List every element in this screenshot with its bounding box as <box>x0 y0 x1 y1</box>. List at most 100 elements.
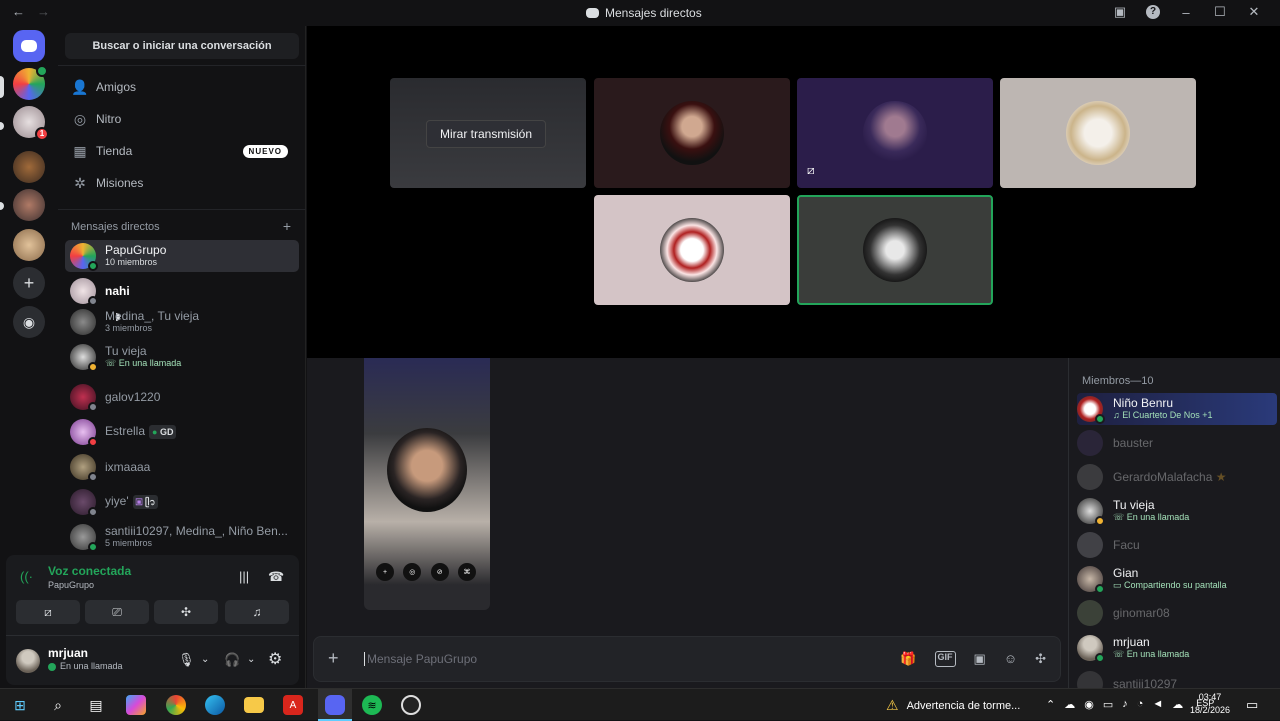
spotify-icon[interactable]: ≋ <box>362 695 382 715</box>
server-icon-dm-3[interactable] <box>13 229 45 261</box>
soundboard-button[interactable]: ♫ <box>225 600 289 624</box>
apps-icon[interactable]: ✣ <box>1035 651 1046 667</box>
user-avatar[interactable] <box>16 649 40 673</box>
disconnect-icon[interactable]: ☎ <box>268 569 284 585</box>
wifi-icon[interactable]: ◔ <box>1137 698 1144 711</box>
participant-tile[interactable] <box>594 78 790 188</box>
chrome-icon[interactable] <box>166 695 186 715</box>
maximize-icon[interactable]: ☐ <box>1212 4 1228 20</box>
discover-button[interactable]: ◉ <box>13 306 45 338</box>
onedrive-icon[interactable]: ☁ <box>1172 698 1183 711</box>
dm-section-header: Mensajes directos + <box>71 219 291 233</box>
gift-icon[interactable]: 🎁 <box>900 651 916 667</box>
new-badge: NUEVO <box>242 145 288 158</box>
clock[interactable]: 03:47 18/2/2026 <box>1190 691 1230 717</box>
participant-tile[interactable] <box>594 195 790 305</box>
server-icon-dog[interactable] <box>13 151 45 183</box>
nav-friends[interactable]: 👤 Amigos <box>64 73 300 101</box>
dm-item-estrella[interactable]: Estrella ● GD <box>65 416 299 448</box>
shared-image[interactable]: + ◎ ⊘ ⌘ <box>364 358 490 610</box>
dm-item-medina[interactable]: Medina_, Tu vieja 3 miembros <box>65 305 299 339</box>
headphones-icon[interactable]: 🎧 <box>224 652 240 668</box>
help-icon[interactable]: ? <box>1146 5 1160 19</box>
minimize-icon[interactable]: – <box>1178 5 1194 20</box>
close-icon[interactable]: ✕ <box>1246 4 1262 20</box>
add-server-button[interactable]: + <box>13 267 45 299</box>
member-item[interactable]: Facu <box>1077 529 1277 561</box>
attach-plus-icon[interactable]: + <box>328 648 339 669</box>
inbox-icon[interactable]: ▣ <box>1112 4 1128 20</box>
obs-icon[interactable] <box>401 695 421 715</box>
task-view-icon[interactable]: ▤ <box>86 695 106 715</box>
watch-stream-button[interactable]: Mirar transmisión <box>426 120 547 148</box>
avatar <box>1077 566 1105 594</box>
noise-suppression-icon[interactable]: ||| <box>239 569 249 584</box>
group-avatar <box>70 524 98 552</box>
voice-channel[interactable]: PapuGrupo <box>48 580 94 590</box>
user-name: mrjuan <box>48 646 89 660</box>
copilot-icon[interactable] <box>126 695 146 715</box>
member-item[interactable]: Tu vieja ☏ En una llamada <box>1077 495 1277 527</box>
member-item[interactable]: santiii10297 <box>1077 668 1277 688</box>
search-icon[interactable]: ⌕ <box>48 695 68 715</box>
participant-tile-speaking[interactable] <box>797 195 993 305</box>
member-item[interactable]: GerardoMalafacha ★ <box>1077 461 1277 493</box>
dm-item-ixmaaaa[interactable]: ixmaaaa <box>65 451 299 483</box>
back-arrow-icon[interactable]: ← <box>12 4 25 19</box>
activities-button[interactable]: ✣ <box>154 600 218 624</box>
member-item[interactable]: bauster <box>1077 427 1277 459</box>
dm-item-santiii[interactable]: santiii10297, Medina_, Niño Ben... 5 miem… <box>65 520 299 554</box>
member-item[interactable]: mrjuan ☏ En una llamada <box>1077 632 1277 664</box>
search-button[interactable]: Buscar o iniciar una conversación <box>65 33 299 59</box>
avatar <box>1077 600 1103 626</box>
dm-item-papugrupo[interactable]: PapuGrupo 10 miembros <box>65 240 299 272</box>
dm-item-tu-vieja[interactable]: Tu vieja ☏ En una llamada <box>65 340 299 374</box>
chevron-up-icon[interactable]: ⌃ <box>1046 698 1055 711</box>
mic-tray-icon[interactable]: ♪ <box>1122 698 1128 711</box>
avatar <box>1077 430 1103 456</box>
participant-tile[interactable] <box>1000 78 1196 188</box>
sticker-icon[interactable]: ▣ <box>974 651 986 667</box>
gif-icon[interactable]: GIF <box>934 651 956 667</box>
screen-share-button[interactable]: ⎚ <box>85 600 149 624</box>
dm-item-yiye[interactable]: yiye' ▣ ᥫ᭡ <box>65 486 299 518</box>
file-explorer-icon[interactable] <box>244 697 264 713</box>
camera-button[interactable]: ⧄ <box>16 600 80 624</box>
server-icon-dm-1[interactable]: 1 <box>13 106 49 141</box>
notification-icon[interactable]: ▭ <box>1246 697 1258 713</box>
battery-icon[interactable]: ▭ <box>1103 698 1113 711</box>
windows-start-icon[interactable]: ⊞ <box>10 695 30 715</box>
music-icon: ♫ <box>1113 410 1123 420</box>
forward-arrow-icon[interactable]: → <box>37 4 50 19</box>
online-status-icon <box>48 663 56 671</box>
member-item[interactable]: Gian ▭ Compartiendo su pantalla <box>1077 563 1277 595</box>
dm-item-galov[interactable]: galov1220 <box>65 381 299 413</box>
emoji-icon[interactable]: ☺ <box>1004 651 1017 667</box>
member-item[interactable]: Niño Benru ♫ El Cuarteto De Nos +1 <box>1077 393 1277 425</box>
microphone-icon[interactable]: 🎙 <box>178 652 195 668</box>
volume-icon[interactable]: ◄ <box>1152 698 1163 711</box>
server-icon-group[interactable] <box>13 65 48 100</box>
avatar <box>70 489 98 517</box>
nav-quests[interactable]: ✲ Misiones <box>64 169 300 197</box>
stream-tile[interactable]: Mirar transmisión <box>390 78 586 188</box>
nav-nitro[interactable]: ◎ Nitro <box>64 105 300 133</box>
edge-icon[interactable] <box>205 695 225 715</box>
chevron-down-icon[interactable]: ⌄ <box>247 654 255 665</box>
server-icon-dm-2[interactable] <box>13 189 45 221</box>
participant-tile[interactable]: ⧄ <box>797 78 993 188</box>
network-icon[interactable]: ☁ <box>1064 698 1075 711</box>
member-item[interactable]: ginomar08 <box>1077 597 1277 629</box>
message-input[interactable]: Mensaje PapuGrupo <box>364 652 477 666</box>
home-button[interactable] <box>13 30 45 62</box>
weather-warning[interactable]: ⚠ Advertencia de torme... <box>886 697 1020 714</box>
chevron-down-icon[interactable]: ⌄ <box>201 654 209 665</box>
dm-item-nahi[interactable]: nahi <box>65 275 299 307</box>
discord-taskbar-icon[interactable] <box>325 695 345 715</box>
pdf-reader-icon[interactable]: A <box>283 695 303 715</box>
settings-gear-icon[interactable]: ⚙ <box>268 649 282 669</box>
create-dm-icon[interactable]: + <box>283 219 291 233</box>
nitro-icon: ◎ <box>73 110 87 127</box>
tray-app-icon[interactable]: ◉ <box>1084 698 1094 711</box>
nav-shop[interactable]: ▦ Tienda NUEVO <box>64 137 300 165</box>
